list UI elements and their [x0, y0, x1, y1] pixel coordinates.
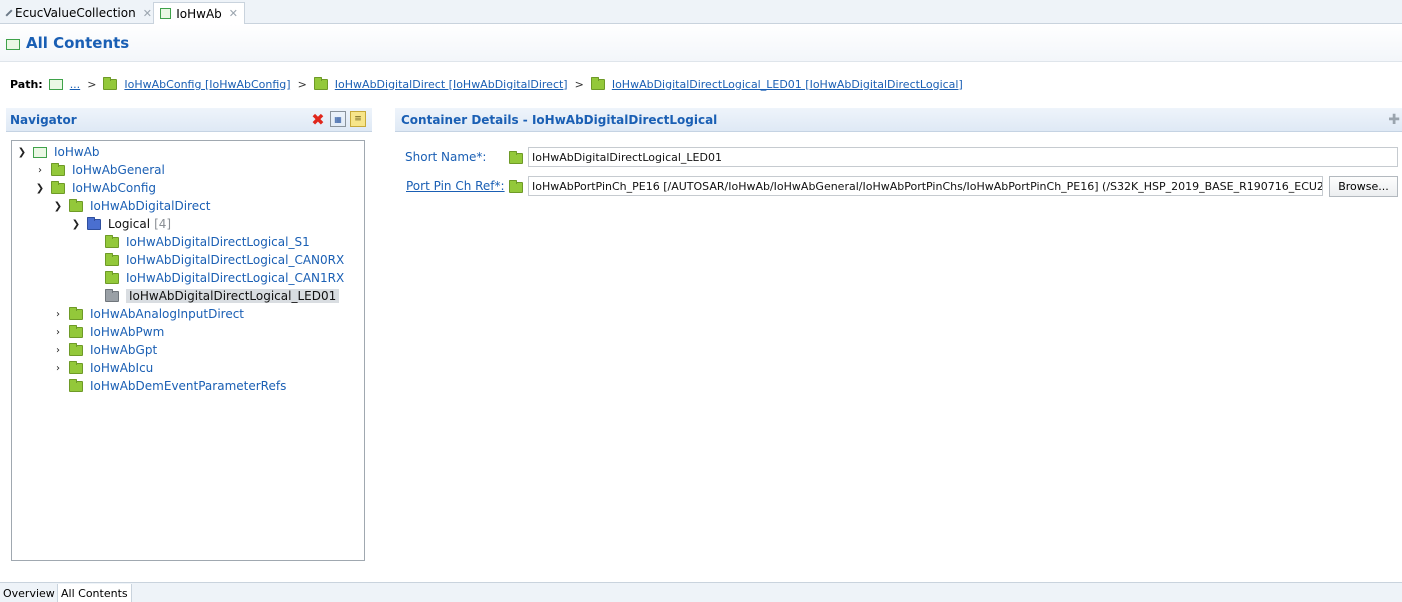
tree-node-iohwab[interactable]: ❯ IoHwAb [17, 143, 100, 161]
tree-node-label: IoHwAbDigitalDirectLogical_LED01 [126, 289, 340, 303]
short-name-label: Short Name*: [405, 150, 487, 164]
folder-icon [105, 234, 119, 248]
folder-icon [69, 306, 83, 320]
tree-node-iohwabconfig[interactable]: ❯ IoHwAbConfig [35, 179, 156, 197]
tab-overview[interactable]: Overview [0, 584, 58, 602]
folder-icon [105, 270, 119, 284]
tree-node-label: IoHwAbPwm [90, 325, 165, 339]
tree-node-iohwabdigitaldirect[interactable]: ❯ IoHwAbDigitalDirect [53, 197, 210, 215]
tree-node-label: IoHwAbGeneral [72, 163, 165, 177]
close-icon[interactable]: ✕ [229, 7, 238, 20]
breadcrumb-separator: > [574, 77, 584, 91]
chevron-down-icon[interactable]: ❯ [53, 201, 63, 212]
folder-icon [69, 324, 83, 338]
tree-node-label: IoHwAbConfig [72, 181, 157, 195]
chevron-right-icon[interactable]: › [35, 165, 45, 176]
folder-icon [509, 180, 523, 193]
expand-all-icon[interactable]: ▦ [330, 111, 346, 127]
navigator-title: Navigator [10, 112, 77, 127]
red-x-icon[interactable]: ✖ [310, 110, 326, 129]
close-icon[interactable]: ✕ [143, 7, 152, 20]
breadcrumb-separator: > [297, 77, 307, 91]
tree-node-iohwabicu[interactable]: › IoHwAbIcu [53, 359, 153, 377]
folder-icon [51, 162, 65, 176]
tree-node-iohwabgeneral[interactable]: › IoHwAbGeneral [35, 161, 165, 179]
tree-node-logical-can0rx[interactable]: IoHwAbDigitalDirectLogical_CAN0RX [105, 251, 344, 269]
folder-icon [590, 76, 605, 90]
chevron-right-icon[interactable]: › [53, 345, 63, 356]
outline-folder-icon [33, 146, 47, 158]
folder-icon [103, 76, 118, 90]
tree-node-label: IoHwAbDigitalDirectLogical_S1 [126, 235, 310, 249]
folder-icon [313, 76, 328, 90]
bottom-page-tabs: Overview All Contents [0, 582, 1402, 602]
chevron-right-icon[interactable]: › [53, 363, 63, 374]
tree-node-label: IoHwAbGpt [90, 343, 158, 357]
folder-icon [87, 216, 101, 230]
tree-node-logical-can1rx[interactable]: IoHwAbDigitalDirectLogical_CAN1RX [105, 269, 344, 287]
path-label: Path: [10, 77, 43, 91]
editor-tab-label: IoHwAb [176, 6, 222, 21]
breadcrumb-separator: > [87, 77, 97, 91]
tree-node-iohwabanaloginputdirect[interactable]: › IoHwAbAnalogInputDirect [53, 305, 244, 323]
tree-node-logical-s1[interactable]: IoHwAbDigitalDirectLogical_S1 [105, 233, 310, 251]
tree-node-label: IoHwAbAnalogInputDirect [90, 307, 245, 321]
tree-node-count: [4] [154, 217, 172, 231]
folder-icon [51, 180, 65, 194]
diamond-icon [5, 9, 13, 17]
editor-tab-ecucvaluecollection[interactable]: EcucValueCollection ✕ [0, 2, 152, 24]
page-title: All Contents [26, 33, 130, 52]
folder-icon [69, 360, 83, 374]
tree-node-label: IoHwAbDigitalDirectLogical_CAN0RX [126, 253, 345, 267]
outline-folder-icon [48, 78, 63, 90]
chevron-down-icon[interactable]: ❯ [71, 219, 81, 230]
editor-tab-strip: EcucValueCollection ✕ IoHwAb ✕ [0, 0, 1402, 25]
container-details-header: Container Details - IoHwAbDigitalDirectL… [395, 108, 1402, 132]
chevron-right-icon[interactable]: › [53, 309, 63, 320]
breadcrumb-item-led01[interactable]: IoHwAbDigitalDirectLogical_LED01 [IoHwAb… [612, 78, 963, 91]
tree-node-logical-led01[interactable]: IoHwAbDigitalDirectLogical_LED01 [105, 287, 340, 305]
folder-icon [69, 342, 83, 356]
outline-folder-icon [6, 38, 20, 50]
container-details-title: Container Details - IoHwAbDigitalDirectL… [401, 112, 718, 127]
chevron-down-icon[interactable]: ❯ [17, 147, 27, 158]
tree-node-iohwabdemeventparameterrefs[interactable]: IoHwAbDemEventParameterRefs [69, 377, 286, 395]
navigator-toolbar: ✖ ▦ ≡ [310, 110, 366, 129]
tree-node-label: IoHwAbDigitalDirectLogical_CAN1RX [126, 271, 345, 285]
folder-icon [105, 288, 119, 302]
breadcrumb-ellipsis[interactable]: ... [70, 78, 81, 91]
navigator-header: Navigator ✖ ▦ ≡ [6, 108, 372, 132]
breadcrumb: Path: ... > IoHwAbConfig [IoHwAbConfig] … [10, 76, 963, 92]
port-pin-ch-ref-link[interactable]: Port Pin Ch Ref*: [406, 179, 505, 193]
editor-tab-label: EcucValueCollection [15, 6, 136, 20]
navigator-tree[interactable]: ❯ IoHwAb › IoHwAbGeneral ❯ IoHwAbConfig … [11, 140, 365, 561]
short-name-field[interactable]: IoHwAbDigitalDirectLogical_LED01 [528, 147, 1398, 167]
breadcrumb-item-iohwabconfig[interactable]: IoHwAbConfig [IoHwAbConfig] [124, 78, 290, 91]
folder-icon [509, 151, 523, 164]
breadcrumb-item-iohwabdigitaldirect[interactable]: IoHwAbDigitalDirect [IoHwAbDigitalDirect… [335, 78, 568, 91]
tree-node-label: IoHwAbDigitalDirect [90, 199, 211, 213]
tree-node-iohwabpwm[interactable]: › IoHwAbPwm [53, 323, 164, 341]
tree-node-label: IoHwAb [54, 145, 100, 159]
browse-button[interactable]: Browse... [1329, 176, 1398, 197]
folder-icon [105, 252, 119, 266]
chevron-down-icon[interactable]: ❯ [35, 183, 45, 194]
tab-all-contents[interactable]: All Contents [57, 584, 132, 602]
plus-icon[interactable]: ✚ [1388, 112, 1400, 128]
outline-folder-icon [160, 8, 172, 19]
tree-node-label: IoHwAbDemEventParameterRefs [90, 379, 287, 393]
folder-icon [69, 378, 83, 392]
editor-tab-iohwab[interactable]: IoHwAb ✕ [153, 2, 245, 25]
page-header: All Contents [0, 24, 1402, 62]
port-pin-ch-ref-field[interactable]: IoHwAbPortPinCh_PE16 [/AUTOSAR/IoHwAb/Io… [528, 176, 1323, 196]
tree-node-iohwabgpt[interactable]: › IoHwAbGpt [53, 341, 157, 359]
tree-node-label: IoHwAbIcu [90, 361, 154, 375]
tree-node-label: Logical [108, 217, 151, 231]
tree-node-logical[interactable]: ❯ Logical [4] [71, 215, 171, 233]
link-with-editor-icon[interactable]: ≡ [350, 111, 366, 127]
folder-icon [69, 198, 83, 212]
chevron-right-icon[interactable]: › [53, 327, 63, 338]
